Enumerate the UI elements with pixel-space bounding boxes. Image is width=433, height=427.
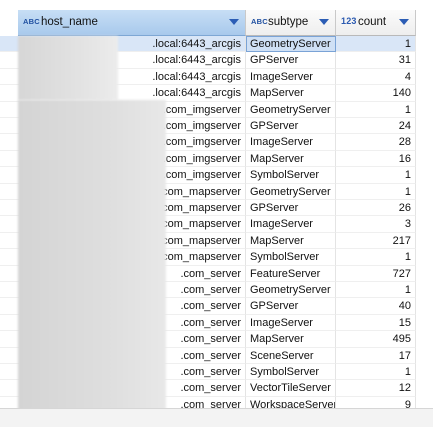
count-cell[interactable]: 15 [336,314,416,332]
subtype-cell[interactable]: GeometryServer [246,36,336,53]
column-header-row: ABC host_name ABC subtype 123 count [0,10,433,36]
count-cell[interactable]: 495 [336,331,416,348]
subtype-cell[interactable]: GPServer [246,52,336,69]
text-type-icon: ABC [251,17,268,26]
redacted-region [18,36,118,100]
count-cell[interactable]: 140 [336,85,416,102]
grid-top-edge [0,0,433,10]
subtype-cell[interactable]: GeometryServer [246,101,336,118]
grid-bottom-edge [0,408,433,427]
subtype-cell[interactable]: SymbolServer [246,167,336,184]
number-type-icon: 123 [341,16,357,26]
count-cell[interactable]: 1 [336,183,416,200]
text-type-icon: ABC [23,17,40,26]
subtype-cell[interactable]: GeometryServer [246,282,336,299]
count-cell[interactable]: 16 [336,150,416,168]
count-cell[interactable]: 28 [336,134,416,151]
count-cell[interactable]: 31 [336,52,416,69]
subtype-cell[interactable]: FeatureServer [246,265,336,282]
subtype-cell[interactable]: SymbolServer [246,364,336,381]
result-grid: ABC host_name ABC subtype 123 count .loc… [0,0,433,427]
count-cell[interactable]: 1 [336,249,416,266]
count-cell[interactable]: 1 [336,36,416,53]
dropdown-arrow-icon[interactable] [399,19,409,25]
subtype-cell[interactable]: MapServer [246,85,336,102]
subtype-cell[interactable]: GPServer [246,118,336,135]
count-cell[interactable]: 1 [336,364,416,381]
count-cell[interactable]: 12 [336,380,416,397]
count-cell[interactable]: 24 [336,118,416,135]
redacted-region [18,100,166,410]
count-cell[interactable]: 1 [336,282,416,299]
column-header-host-name[interactable]: ABC host_name [18,10,246,36]
dropdown-arrow-icon[interactable] [319,19,329,25]
count-cell[interactable]: 4 [336,68,416,86]
subtype-cell[interactable]: ImageServer [246,314,336,332]
column-header-label: count [358,16,387,28]
column-header-label: subtype [268,16,309,28]
count-cell[interactable]: 727 [336,265,416,282]
grid-right-edge [416,10,433,410]
subtype-cell[interactable]: ImageServer [246,216,336,233]
count-cell[interactable]: 217 [336,232,416,250]
subtype-cell[interactable]: MapServer [246,150,336,168]
count-cell[interactable]: 1 [336,167,416,184]
count-cell[interactable]: 3 [336,216,416,233]
subtype-cell[interactable]: GPServer [246,200,336,217]
subtype-cell[interactable]: ImageServer [246,68,336,86]
subtype-cell[interactable]: SceneServer [246,347,336,364]
subtype-cell[interactable]: MapServer [246,232,336,250]
subtype-cell[interactable]: GPServer [246,298,336,315]
column-header-count[interactable]: 123 count [336,10,416,36]
count-cell[interactable]: 40 [336,298,416,315]
subtype-cell[interactable]: WorkspaceServer [246,396,336,408]
subtype-cell[interactable]: SymbolServer [246,249,336,266]
subtype-cell[interactable]: GeometryServer [246,183,336,200]
count-cell[interactable]: 26 [336,200,416,217]
subtype-cell[interactable]: VectorTileServer [246,380,336,397]
count-cell[interactable]: 17 [336,347,416,364]
subtype-cell[interactable]: MapServer [246,331,336,348]
column-header-label: host_name [41,16,98,28]
count-cell[interactable]: 9 [336,396,416,408]
dropdown-arrow-icon[interactable] [229,19,239,25]
column-header-subtype[interactable]: ABC subtype [246,10,336,36]
count-cell[interactable]: 1 [336,101,416,118]
subtype-cell[interactable]: ImageServer [246,134,336,151]
